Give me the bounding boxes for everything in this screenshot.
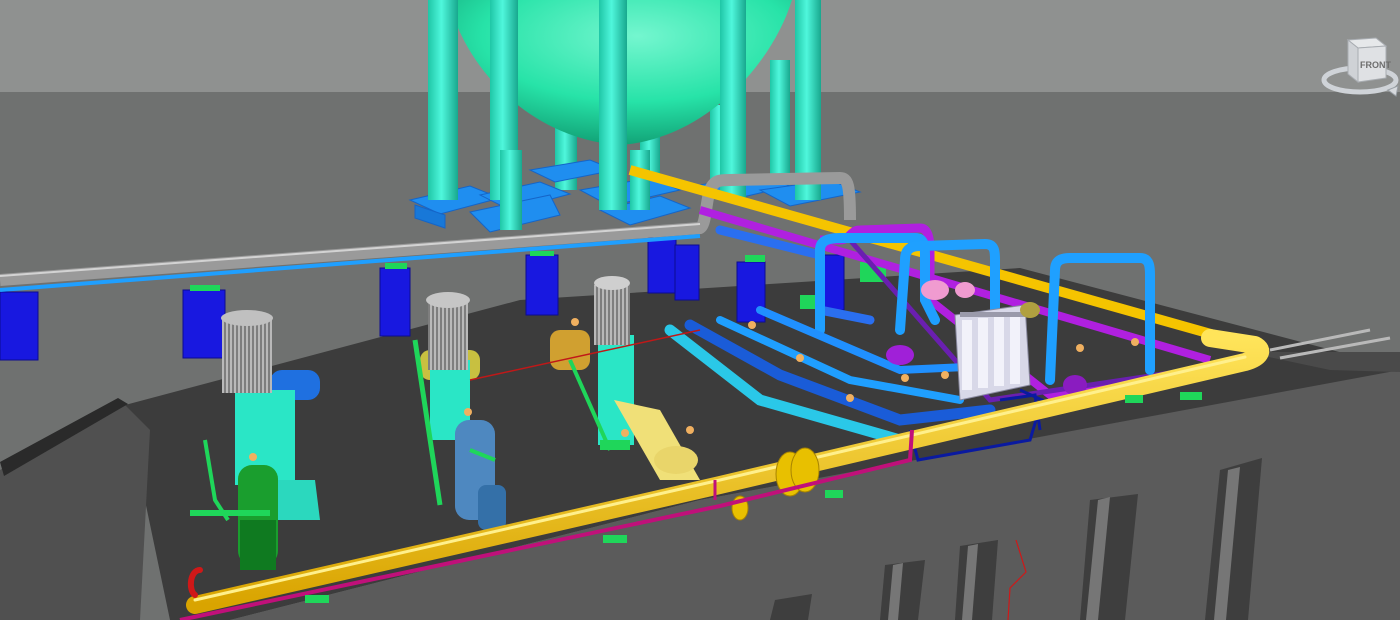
tank-column: [720, 0, 746, 200]
motor-2: [428, 300, 468, 370]
viewcube-icon[interactable]: FRONT: [1316, 30, 1400, 102]
filter-bank[interactable]: [954, 304, 1031, 401]
tank-column: [770, 60, 790, 190]
motor-1: [222, 318, 272, 393]
tank-column: [795, 0, 821, 200]
viewcube-face-label: FRONT: [1360, 60, 1391, 70]
3d-viewport[interactable]: FRONT: [0, 0, 1400, 620]
motor-3: [594, 285, 630, 345]
tank-column: [428, 0, 458, 200]
tank-column: [630, 150, 650, 210]
tank-column: [500, 150, 522, 230]
viewcube-front-face[interactable]: [1347, 38, 1359, 84]
plant-3d-model[interactable]: [0, 0, 1400, 620]
tank-column: [599, 0, 627, 210]
